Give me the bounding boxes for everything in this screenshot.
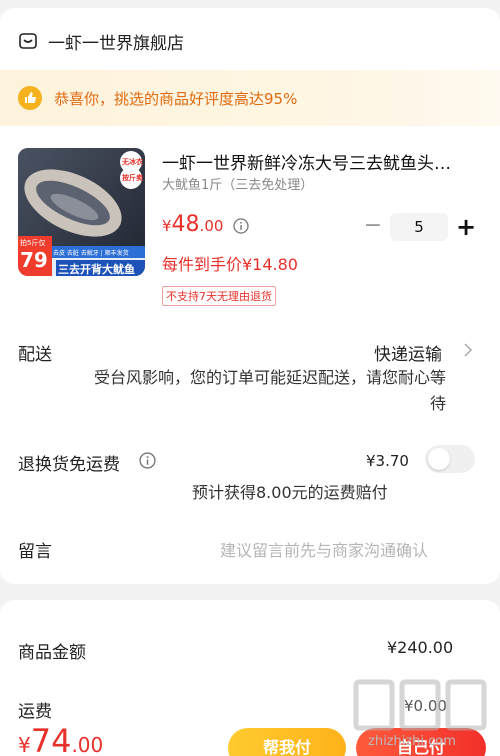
- chevron-right-icon[interactable]: [463, 342, 473, 358]
- price-info-icon[interactable]: [233, 218, 249, 234]
- goods-amount-label: 商品金额: [18, 643, 86, 663]
- delivery-delay-notice: 受台风影响，您的订单可能延迟配送，请您耐心等待: [93, 368, 446, 413]
- price-decimal: .00: [199, 217, 224, 235]
- return-shipping-note: 预计获得8.00元的运费赔付: [192, 483, 388, 502]
- price-integer: 48: [171, 212, 200, 237]
- message-input[interactable]: 建议留言前先与商家沟通确认: [220, 537, 428, 561]
- price-currency: ¥: [162, 217, 172, 235]
- shipping-fee-label: 运费: [18, 702, 52, 722]
- quantity-increase-button[interactable]: +: [454, 213, 478, 241]
- unit-price: 每件到手价¥14.80: [162, 255, 298, 274]
- order-card: 一虾一世界旗舰店 恭喜你，挑选的商品好评度高达95% 无冰衣 按斤卖 拍5斤仅 …: [0, 8, 500, 584]
- store-header[interactable]: 一虾一世界旗舰店: [18, 28, 184, 54]
- quantity-field[interactable]: 5: [390, 213, 448, 241]
- image-deal-label: 拍5斤仅: [20, 239, 46, 247]
- image-slogan: 三去开背大鱿鱼: [58, 263, 135, 276]
- thumbs-up-icon: [18, 86, 42, 110]
- image-features: 去皮 去脏 去鱿牙 | 顺丰发货: [53, 250, 129, 257]
- total-decimal: .00: [71, 733, 104, 756]
- total-price: ¥74.00: [18, 722, 103, 756]
- product-image[interactable]: 无冰衣 按斤卖 拍5斤仅 79 去皮 去脏 去鱿牙 | 顺丰发货 三去开背大鱿鱼: [18, 148, 145, 276]
- return-shipping-price: ¥3.70: [366, 452, 409, 470]
- total-integer: 74: [30, 722, 72, 756]
- rating-banner: 恭喜你，挑选的商品好评度高达95%: [0, 70, 500, 126]
- store-name: 一虾一世界旗舰店: [48, 33, 184, 54]
- store-icon: [19, 33, 37, 49]
- product-title[interactable]: 一虾一世界新鲜冷冻大号三去鱿鱼头…: [162, 149, 480, 174]
- image-tag-by-weight: 按斤卖: [122, 174, 143, 182]
- total-currency: ¥: [18, 733, 31, 756]
- product-price: ¥48.00: [162, 212, 223, 237]
- return-shipping-toggle[interactable]: [425, 445, 475, 473]
- return-shipping-label: 退换货免运费: [18, 455, 120, 475]
- image-deal-price: 79: [20, 248, 48, 272]
- rating-banner-text: 恭喜你，挑选的商品好评度高达95%: [54, 89, 298, 108]
- message-label: 留言: [18, 542, 52, 562]
- product-spec[interactable]: 大鱿鱼1斤（三去免处理）: [162, 174, 313, 193]
- quantity-decrease-button[interactable]: −: [362, 215, 384, 239]
- toggle-knob: [428, 448, 450, 470]
- watermark-site: zhizhizhi.com: [368, 734, 456, 749]
- image-tag-no-ice: 无冰衣: [122, 158, 143, 166]
- delivery-label: 配送: [18, 345, 52, 365]
- goods-amount-value: ¥240.00: [387, 638, 454, 657]
- delivery-method[interactable]: 快递运输: [374, 340, 442, 365]
- no-return-tag: 不支持7天无理由退货: [162, 286, 276, 306]
- return-info-icon[interactable]: [139, 452, 156, 469]
- help-me-pay-button[interactable]: 帮我付: [228, 728, 346, 756]
